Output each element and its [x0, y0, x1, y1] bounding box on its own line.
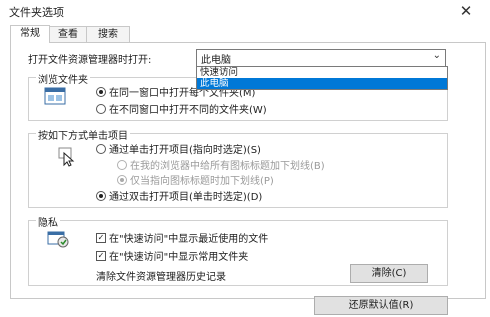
radio-off-icon [96, 144, 106, 154]
underline-all-option[interactable]: 在我的浏览器中给所有图标标题加下划线(B) [117, 157, 325, 172]
underline-all-label: 在我的浏览器中给所有图标标题加下划线(B) [130, 161, 325, 172]
single-click-option[interactable]: 通过单击打开项目(指向时选定)(S) [96, 141, 261, 156]
click-items-title: 按如下方式单击项目 [36, 127, 130, 142]
show-recent-files-option[interactable]: ✓ 在"快速访问"中显示最近使用的文件 [96, 230, 268, 245]
open-explorer-label: 打开文件资源管理器时打开: [28, 55, 152, 66]
radio-on-icon [117, 175, 127, 185]
tab-general[interactable]: 常规 [10, 25, 50, 43]
dropdown-option-quick-access[interactable]: 快速访问 [197, 67, 447, 78]
tab-search[interactable]: 搜索 [86, 26, 130, 42]
show-recent-files-label: 在"快速访问"中显示最近使用的文件 [109, 234, 269, 245]
clear-button[interactable]: 清除(C) [350, 264, 428, 283]
show-frequent-folders-label: 在"快速访问"中显示常用文件夹 [109, 252, 249, 263]
double-click-label: 通过双击打开项目(单击时选定)(D) [109, 192, 263, 203]
show-frequent-folders-option[interactable]: ✓ 在"快速访问"中显示常用文件夹 [96, 248, 248, 263]
restore-defaults-button[interactable]: 还原默认值(R) [314, 296, 448, 315]
window-title: 文件夹选项 [9, 6, 64, 19]
underline-hover-label: 仅当指向图标标题时加下划线(P) [130, 176, 274, 187]
open-explorer-dropdown: 快速访问 此电脑 [196, 66, 448, 90]
checkmark-icon: ✓ [96, 251, 106, 261]
single-click-label: 通过单击打开项目(指向时选定)(S) [109, 145, 261, 156]
tab-view[interactable]: 查看 [48, 26, 88, 42]
close-icon[interactable]: ✕ [454, 0, 478, 22]
folder-window-icon [44, 87, 66, 108]
open-explorer-select[interactable]: 此电脑 ⌄ [196, 49, 446, 67]
underline-hover-option[interactable]: 仅当指向图标标题时加下划线(P) [117, 172, 274, 187]
open-explorer-value: 此电脑 [201, 55, 231, 66]
privacy-icon [46, 228, 70, 253]
chevron-down-icon: ⌄ [432, 50, 441, 61]
double-click-option[interactable]: 通过双击打开项目(单击时选定)(D) [96, 188, 262, 203]
clear-history-label: 清除文件资源管理器历史记录 [96, 272, 226, 283]
cursor-click-icon [58, 147, 76, 170]
dropdown-option-this-pc[interactable]: 此电脑 [197, 78, 447, 89]
browse-new-window-label: 在不同窗口中打开不同的文件夹(W) [109, 105, 267, 116]
browse-new-window-option[interactable]: 在不同窗口中打开不同的文件夹(W) [96, 101, 267, 116]
radio-on-icon [96, 191, 106, 201]
radio-on-icon [96, 87, 106, 97]
privacy-title: 隐私 [36, 214, 60, 229]
radio-off-icon [96, 104, 106, 114]
radio-off-icon [117, 160, 127, 170]
title-bar: 文件夹选项 ✕ [0, 0, 490, 22]
browse-folders-title: 浏览文件夹 [36, 71, 90, 86]
checkmark-icon: ✓ [96, 233, 106, 243]
